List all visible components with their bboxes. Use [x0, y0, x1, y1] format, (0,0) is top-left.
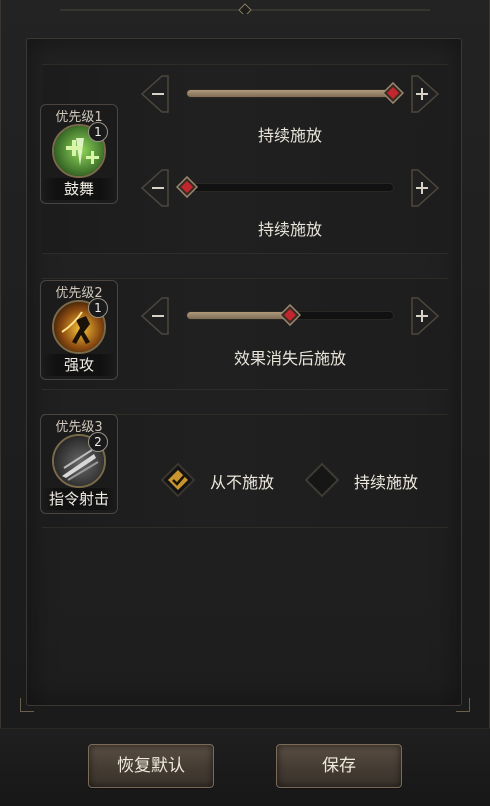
increase-button[interactable] [398, 168, 442, 208]
priority-label: 优先级3 [55, 420, 103, 435]
minus-icon [140, 75, 169, 113]
checked-diamond-icon [160, 462, 196, 498]
plus-icon [411, 75, 440, 113]
bottom-bar [0, 728, 490, 806]
cast-slider-1[interactable] [138, 74, 442, 114]
top-ornament [60, 3, 430, 14]
slider-fill [187, 312, 290, 319]
restore-default-button[interactable]: 恢复默认 [88, 744, 214, 788]
slider-track[interactable] [176, 176, 394, 198]
slider-track[interactable] [186, 304, 394, 326]
option-label: 从不施放 [210, 473, 275, 492]
plus-icon [411, 169, 440, 207]
unchecked-diamond-icon [304, 462, 340, 498]
slider-fill [187, 90, 393, 97]
skill-name: 强攻 [42, 354, 116, 376]
minus-icon [140, 297, 169, 335]
slider-thumb-icon[interactable] [176, 176, 198, 198]
slider-track[interactable] [186, 82, 404, 104]
skill-name: 指令射击 [42, 488, 116, 510]
slider-caption-3: 效果消失后施放 [233, 349, 346, 368]
decrease-button[interactable] [138, 74, 182, 114]
priority-label: 优先级2 [55, 286, 103, 301]
priority-label: 优先级1 [55, 110, 103, 125]
slider-caption-1: 持续施放 [257, 126, 322, 145]
slider-thumb-icon[interactable] [279, 304, 301, 326]
panel-corner-right [456, 698, 470, 712]
option-label: 持续施放 [354, 473, 419, 492]
save-button[interactable]: 保存 [276, 744, 402, 788]
increase-button[interactable] [398, 74, 442, 114]
skill-level-badge: 1 [88, 122, 108, 142]
decrease-button[interactable] [138, 296, 182, 336]
increase-button[interactable] [398, 296, 442, 336]
plus-icon [411, 297, 440, 335]
slider-thumb-icon[interactable] [382, 82, 404, 104]
skill-name: 鼓舞 [42, 178, 116, 200]
slider-caption-2: 持续施放 [257, 220, 322, 239]
skill-level-badge: 2 [88, 432, 108, 452]
skill-level-badge: 1 [88, 298, 108, 318]
panel-corner-left [20, 698, 34, 712]
cast-slider-3[interactable] [138, 296, 442, 336]
cast-slider-2[interactable] [138, 168, 442, 208]
